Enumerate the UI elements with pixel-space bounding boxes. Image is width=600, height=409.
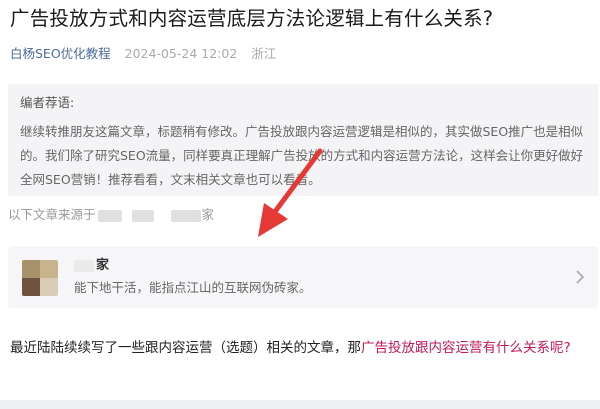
source-line[interactable]: 以下文章来源于 家 (8, 205, 214, 225)
publish-location: 浙江 (251, 46, 277, 61)
source-suffix: 家 (201, 207, 214, 222)
article-paragraph: 最近陆陆续续写了一些跟内容运营（选题）相关的文章，那广告投放跟内容运营有什么关系… (10, 336, 595, 360)
source-prefix: 以下文章来源于 (8, 207, 96, 222)
section-divider (0, 400, 600, 409)
account-avatar (22, 260, 58, 296)
red-arrow-annotation (258, 148, 323, 237)
chevron-right-icon (576, 270, 585, 284)
redacted-text (131, 209, 154, 222)
account-name: 家 (74, 256, 109, 276)
publish-date: 2024-05-24 12:02 (124, 46, 238, 61)
redacted-text (171, 209, 202, 222)
redacted-text (97, 209, 122, 222)
account-card[interactable]: 家 能下地干活，能指点江山的互联网伪砖家。 (8, 246, 598, 308)
redacted-text (74, 259, 94, 272)
author-link[interactable]: 白杨SEO优化教程 (10, 46, 111, 61)
account-description: 能下地干活，能指点江山的互联网伪砖家。 (74, 280, 312, 295)
article-title: 广告投放方式和内容运营底层方法论逻辑上有什么关系? (10, 7, 494, 30)
paragraph-text: 最近陆陆续续写了一些跟内容运营（选题）相关的文章，那 (10, 340, 361, 356)
editor-note-label: 编者荐语: (20, 95, 75, 110)
article-meta: 白杨SEO优化教程 2024-05-24 12:02 浙江 (10, 44, 276, 64)
article-link[interactable]: 广告投放跟内容运营有什么关系呢? (361, 340, 571, 356)
